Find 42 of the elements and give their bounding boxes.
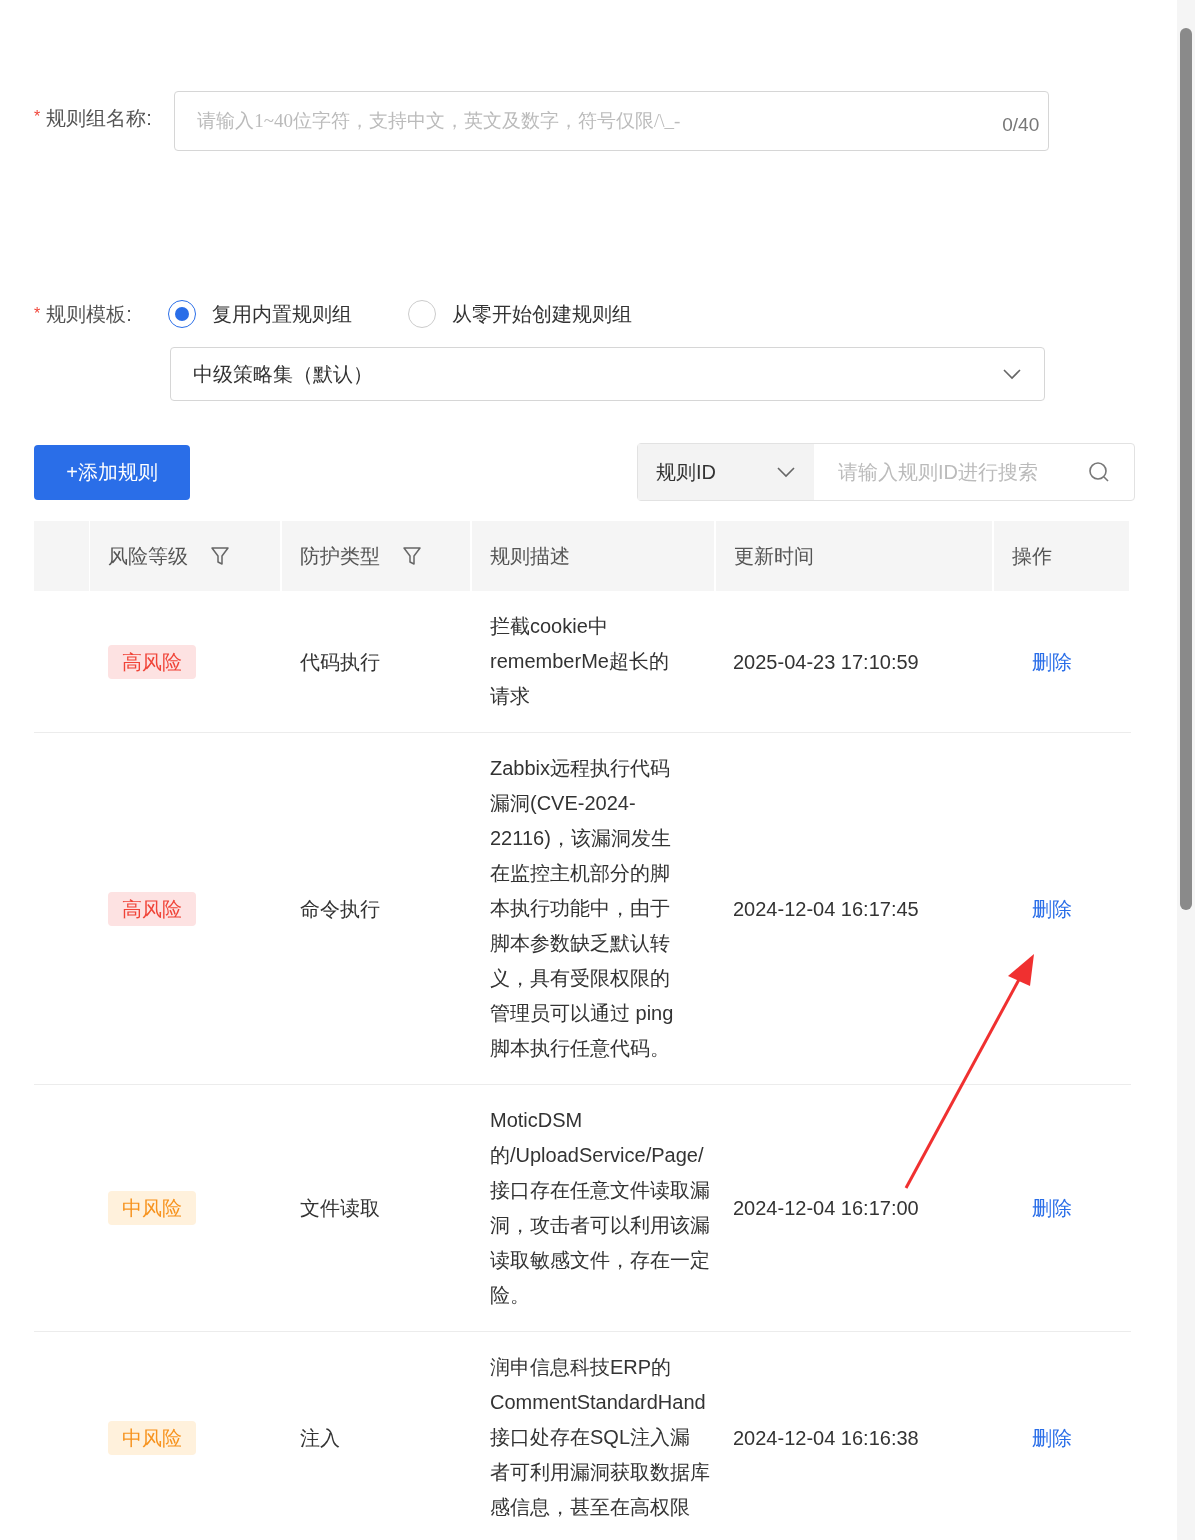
- rule-description: Zabbix远程执行代码 漏洞(CVE-2024- 22116)，该漏洞发生 在监控主机部分的脚 本执行功能中，由于 脚本参数缺乏默认转 义，具有受限权限的 管理员可以通过 ping 脚本执行任意代码。: [490, 756, 674, 1061]
- table-cell-text: 代码执行: [300, 649, 380, 675]
- chevron-down-icon: [776, 466, 796, 478]
- table-cell-text: 2025-04-23 17:10:59: [733, 649, 919, 675]
- search-field[interactable]: 请输入规则ID进行搜索: [814, 444, 1134, 500]
- character-counter: 0/40: [1002, 113, 1040, 137]
- template-select[interactable]: 中级策略集（默认）: [170, 347, 1045, 401]
- radio-option[interactable]: 从零开始创建规则组: [408, 299, 633, 329]
- filter-icon[interactable]: [210, 546, 230, 566]
- column-header: 操作: [1012, 544, 1052, 569]
- column-header: 规则描述: [490, 544, 570, 569]
- filter-icon[interactable]: [402, 546, 422, 566]
- table-cell-text: 命令执行: [300, 896, 380, 922]
- column-header: 更新时间: [734, 544, 814, 569]
- rule-description: MoticDSM 的/UploadService/Page/ 接口存在任意文件读取漏 洞，攻击者可以利用该漏 读取敏感文件，存在一定 险。: [490, 1108, 710, 1308]
- search-field-select[interactable]: 规则ID: [638, 444, 814, 500]
- table-cell-text: 2024-12-04 16:16:38: [733, 1425, 919, 1451]
- search-icon[interactable]: [1088, 461, 1110, 483]
- rule-description: 拦截cookie中 rememberMe超长的 请求: [490, 614, 669, 709]
- risk-level-tag: 高风险: [108, 644, 196, 679]
- delete-link[interactable]: 删除: [1032, 893, 1072, 924]
- column-header: 风险等级: [108, 544, 188, 569]
- table-cell-text: 2024-12-04 16:17:00: [733, 1196, 919, 1221]
- table-cell-text: 注入: [300, 1425, 340, 1451]
- risk-level-tag: 中风险: [108, 1191, 196, 1225]
- rule-description: 润申信息科技ERP的 CommentStandardHand 接口处存在SQL注入漏 者可利用漏洞获取数据库 感信息，甚至在高权限: [490, 1355, 710, 1520]
- column-header: 防护类型: [300, 544, 380, 569]
- delete-link[interactable]: 删除: [1032, 646, 1072, 677]
- required-mark: *: [34, 107, 41, 127]
- required-mark: *: [34, 304, 41, 324]
- radio-option[interactable]: 复用内置规则组: [168, 299, 353, 329]
- chevron-down-icon: [1002, 368, 1022, 380]
- add-rule-button[interactable]: +添加规则: [34, 444, 190, 500]
- table-cell-text: 2024-12-04 16:17:45: [733, 896, 919, 922]
- risk-level-tag: 中风险: [108, 1420, 196, 1455]
- field-label: 规则组名称:: [46, 106, 153, 131]
- delete-link[interactable]: 删除: [1032, 1422, 1072, 1453]
- risk-level-tag: 高风险: [108, 891, 196, 926]
- table-cell-text: 文件读取: [300, 1196, 380, 1221]
- search-box[interactable]: 规则ID 请输入规则ID进行搜索: [637, 443, 1135, 501]
- delete-link[interactable]: 删除: [1032, 1193, 1072, 1223]
- field-label: 规则模板:: [46, 302, 133, 327]
